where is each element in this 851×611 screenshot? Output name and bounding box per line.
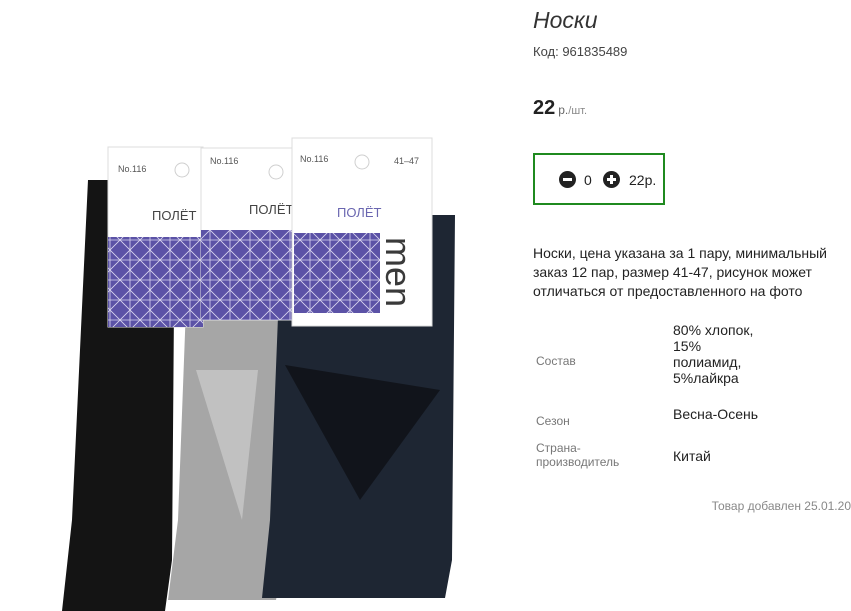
card-side-text: men — [378, 237, 419, 307]
price-currency: р. — [558, 103, 569, 117]
card-brand-left: ПОЛЁТ — [152, 208, 197, 223]
product-photo[interactable]: No.116 ПОЛЁТ No.116 ПОЛЁТ No.116 41–47 П… — [0, 0, 510, 611]
plus-circle-icon[interactable] — [603, 171, 620, 188]
spec-value-composition: 80% хлопок, 15% полиамид, 5%лайкра — [673, 322, 754, 386]
card-number-front: No.116 — [300, 154, 328, 164]
card-brand-middle: ПОЛЁТ — [249, 202, 294, 217]
price-suffix: /шт. — [568, 105, 588, 117]
quantity-total: 22р. — [629, 172, 657, 188]
card-brand-front: ПОЛЁТ — [337, 205, 382, 220]
card-number-left: No.116 — [118, 164, 146, 174]
spec-value-country: Китай — [673, 448, 711, 464]
product-title: Носки — [533, 7, 598, 33]
card-number-middle: No.116 — [210, 156, 238, 166]
product-price: 22 р./шт. — [533, 97, 587, 120]
price-value: 22 — [533, 97, 556, 119]
spec-label-country: Страна-производитель — [536, 441, 620, 469]
spec-label-season: Сезон — [536, 414, 570, 428]
sock-card-middle: No.116 ПОЛЁТ — [200, 147, 297, 321]
product-info: Носки Код: 961835489 22 р./шт. 0 22р. Нос… — [533, 0, 851, 611]
card-size-front: 41–47 — [394, 156, 419, 166]
sock-card-left: No.116 ПОЛЁТ — [107, 146, 204, 328]
product-description: Носки, цена указана за 1 пару, минимальн… — [533, 245, 827, 299]
quantity-stepper: 0 22р. — [533, 153, 665, 205]
quantity-count: 0 — [584, 172, 592, 188]
sock-card-front: No.116 41–47 ПОЛЁТ men — [291, 137, 433, 327]
price-unit: р./шт. — [558, 103, 587, 117]
minus-circle-icon[interactable] — [559, 171, 576, 188]
product-code: Код: 961835489 — [533, 44, 628, 59]
added-date: Товар добавлен 25.01.20 — [711, 499, 851, 513]
spec-label-composition: Состав — [536, 354, 576, 368]
spec-value-season: Весна-Осень — [673, 406, 759, 422]
